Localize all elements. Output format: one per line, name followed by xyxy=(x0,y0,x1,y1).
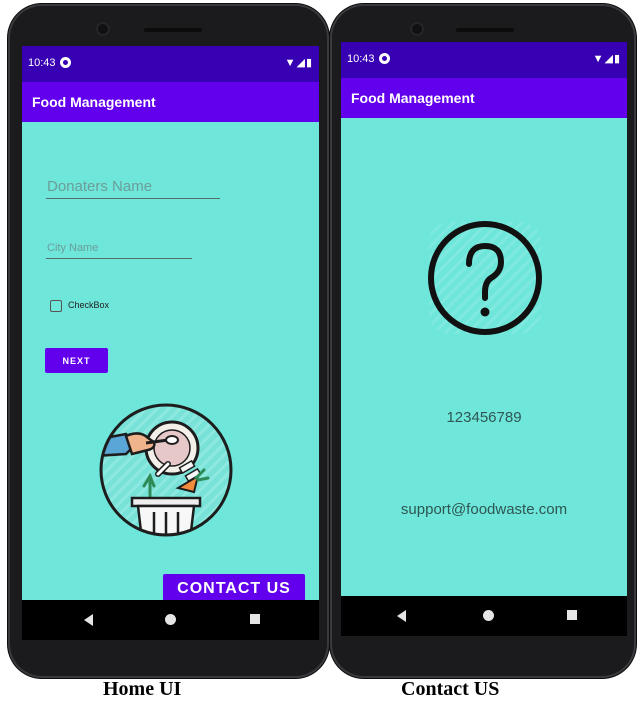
status-time: 10:43 xyxy=(347,53,375,65)
nav-home-icon[interactable] xyxy=(483,610,494,621)
nav-recents-icon[interactable] xyxy=(250,614,260,624)
checkbox-label: CheckBox xyxy=(68,300,110,310)
contact-email: support@foodwaste.com xyxy=(400,501,568,518)
app-bar-title: Food Management xyxy=(22,82,319,122)
nav-back-icon[interactable] xyxy=(397,610,406,622)
contact-screen: 10:43 ▼◢▮ Food Management 123456789 supp… xyxy=(341,42,627,636)
home-phone-frame: 10:43 ▼◢▮ Food Management Donaters Name … xyxy=(8,4,329,678)
status-time: 10:43 xyxy=(28,57,56,69)
checkbox[interactable] xyxy=(50,300,62,312)
status-bar: 10:43 ▼◢▮ xyxy=(22,46,319,82)
notification-icon xyxy=(379,53,390,64)
donor-name-input[interactable]: Donaters Name xyxy=(47,178,152,195)
nav-back-icon[interactable] xyxy=(84,614,93,626)
notification-icon xyxy=(60,57,71,68)
earpiece-speaker xyxy=(144,28,202,32)
next-button[interactable]: NEXT xyxy=(45,348,108,373)
front-camera xyxy=(96,22,110,36)
system-status-icons: ▼◢▮ xyxy=(592,53,621,65)
navigation-bar xyxy=(22,600,319,640)
status-bar: 10:43 ▼◢▮ xyxy=(341,42,627,78)
food-waste-illustration-icon xyxy=(99,403,233,537)
city-name-input[interactable]: City Name xyxy=(47,242,98,254)
navigation-bar xyxy=(341,596,627,636)
nav-home-icon[interactable] xyxy=(165,614,176,625)
front-camera xyxy=(410,22,424,36)
city-name-underline xyxy=(46,258,192,259)
app-bar-title: Food Management xyxy=(341,78,627,118)
caption-home-ui: Home UI xyxy=(103,678,182,700)
caption-contact-us: Contact US xyxy=(401,678,500,700)
earpiece-speaker xyxy=(456,28,514,32)
question-circle-icon xyxy=(428,221,542,335)
contact-phone-frame: 10:43 ▼◢▮ Food Management 123456789 supp… xyxy=(330,4,636,678)
home-screen: 10:43 ▼◢▮ Food Management Donaters Name … xyxy=(22,46,319,640)
system-status-icons: ▼◢▮ xyxy=(284,57,313,69)
contact-phone-number: 123456789 xyxy=(446,409,522,426)
donor-name-underline xyxy=(46,198,220,199)
nav-recents-icon[interactable] xyxy=(567,610,577,620)
